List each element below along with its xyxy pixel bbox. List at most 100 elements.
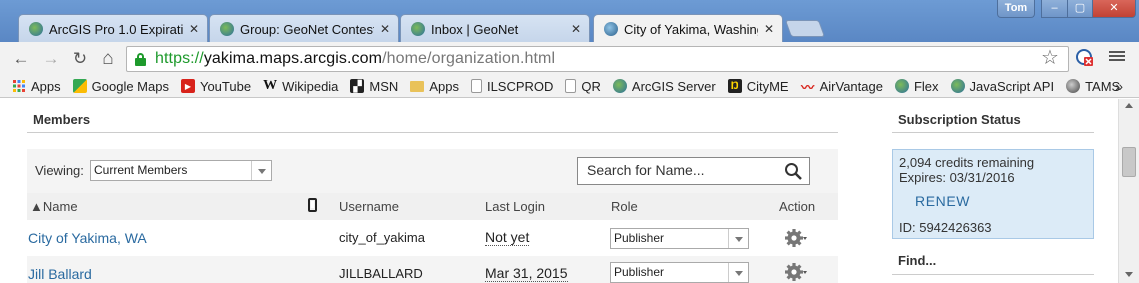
table-row: Jill Ballard JILLBALLARD Mar 31, 2015 Pu… [27, 256, 838, 283]
bookmark-label: Apps [429, 78, 459, 94]
divider [892, 274, 1094, 275]
expiration-date: Expires: 03/31/2016 [899, 170, 1015, 185]
column-header-name[interactable]: ▲Name [30, 199, 78, 214]
divider [892, 132, 1094, 133]
column-header-last-login[interactable]: Last Login [485, 199, 545, 214]
globe-icon [950, 79, 965, 93]
bookmark-label: YouTube [199, 78, 252, 94]
globe-icon [411, 22, 425, 36]
close-icon[interactable]: ✕ [571, 22, 581, 36]
tab-arcgis-pro[interactable]: ArcGIS Pro 1.0 Expiration ✕ [18, 14, 208, 43]
renew-link[interactable]: RENEW [915, 193, 970, 209]
member-username: city_of_yakima [339, 230, 425, 245]
bookmark-youtube[interactable]: ▶ YouTube [180, 78, 252, 94]
bookmark-cityme[interactable]: Ŋ CityME [727, 78, 789, 94]
tab-title: City of Yakima, Washington [624, 21, 758, 37]
bookmark-wikipedia[interactable]: W Wikipedia [263, 78, 339, 94]
bookmark-tams[interactable]: TAMS [1066, 79, 1120, 94]
home-button[interactable]: ⌂ [97, 48, 119, 70]
bookmark-qr[interactable]: QR [565, 79, 601, 94]
bookmark-flex[interactable]: Flex [894, 79, 939, 94]
bookmarks-overflow-button[interactable]: » [1115, 78, 1123, 94]
search-icon[interactable] [784, 162, 803, 181]
column-header-username[interactable]: Username [339, 199, 399, 214]
chevron-down-icon [728, 229, 748, 248]
member-search-input[interactable]: Search for Name... [577, 157, 810, 185]
bookmark-label: JavaScript API [969, 78, 1055, 94]
member-name-link[interactable]: Jill Ballard [28, 266, 92, 282]
wikipedia-icon: W [263, 78, 278, 93]
credits-remaining: 2,094 credits remaining [899, 155, 1035, 170]
bookmarks-bar: Apps Google Maps ▶ YouTube W Wikipedia ▞… [0, 75, 1139, 98]
scrollbar-thumb[interactable] [1122, 147, 1136, 177]
page-icon [565, 79, 577, 93]
bookmark-label: ArcGIS Server [631, 78, 716, 94]
gear-icon[interactable] [785, 262, 807, 282]
back-button[interactable]: ← [10, 48, 32, 70]
close-window-button[interactable]: ✕ [1092, 0, 1136, 18]
bookmark-label: CityME [746, 78, 789, 94]
bookmark-ilscprod[interactable]: ILSCPROD [470, 78, 554, 94]
globe-icon [604, 22, 618, 36]
bookmark-apps[interactable]: Apps [12, 79, 61, 94]
bookmark-label: QR [581, 78, 601, 94]
msn-icon: ▞ [350, 79, 365, 93]
extension-icon[interactable] [1075, 48, 1095, 68]
gear-icon[interactable] [785, 228, 807, 248]
member-username: JILLBALLARD [339, 266, 423, 281]
close-icon[interactable]: ✕ [764, 22, 774, 36]
minimize-button[interactable]: ‒ [1041, 0, 1068, 18]
bookmark-star-icon[interactable]: ☆ [1041, 47, 1059, 69]
new-tab-button[interactable] [784, 20, 826, 37]
cityme-icon: Ŋ [727, 79, 742, 93]
google-maps-icon [72, 79, 87, 93]
members-heading: Members [33, 112, 91, 127]
table-row: City of Yakima, WA city_of_yakima Not ye… [27, 220, 838, 256]
profile-button[interactable]: Tom [997, 0, 1035, 18]
members-filter-bar: Viewing: Current Members Search for Name… [27, 149, 838, 193]
chevron-down-icon [251, 161, 271, 180]
column-header-action: Action [779, 199, 816, 214]
scroll-up-arrow-icon[interactable] [1125, 103, 1133, 108]
tab-geonet-contest[interactable]: Group: GeoNet Contest | ✕ [209, 14, 399, 43]
forward-button[interactable]: → [40, 48, 62, 70]
bookmark-javascript-api[interactable]: JavaScript API [950, 78, 1055, 94]
bookmark-label: Apps [31, 78, 61, 94]
bookmark-apps-folder[interactable]: Apps [410, 79, 459, 94]
folder-icon [410, 80, 425, 92]
bookmark-label: ILSCPROD [486, 78, 554, 94]
member-name-link[interactable]: City of Yakima, WA [28, 230, 147, 246]
bookmark-label: Wikipedia [282, 78, 339, 94]
viewing-label: Viewing: [35, 163, 84, 178]
menu-icon[interactable] [1109, 49, 1125, 65]
tab-city-of-yakima[interactable]: City of Yakima, Washington ✕ [593, 14, 783, 43]
reload-button[interactable]: ↻ [69, 48, 91, 70]
close-icon[interactable]: ✕ [380, 22, 390, 36]
role-select[interactable]: Publisher [610, 262, 749, 283]
close-icon[interactable]: ✕ [189, 22, 199, 36]
role-select[interactable]: Publisher [610, 228, 749, 249]
scroll-down-arrow-icon[interactable] [1125, 272, 1133, 277]
column-header-role[interactable]: Role [611, 199, 638, 214]
address-bar[interactable]: https://yakima.maps.arcgis.com/home/orga… [126, 46, 1069, 72]
vertical-scrollbar[interactable] [1118, 99, 1139, 283]
tams-icon [1066, 79, 1081, 93]
bookmark-label: AirVantage [819, 78, 883, 94]
viewing-select[interactable]: Current Members [90, 160, 272, 181]
airvantage-icon: 〰 [801, 79, 815, 95]
subscription-id: ID: 5942426363 [899, 220, 992, 235]
tab-title: Group: GeoNet Contest | [240, 21, 374, 37]
subscription-status-heading: Subscription Status [898, 112, 1021, 127]
tab-inbox-geonet[interactable]: Inbox | GeoNet ✕ [400, 14, 590, 43]
url-text: https://yakima.maps.arcgis.com/home/orga… [155, 50, 556, 67]
bookmark-label: MSN [369, 78, 399, 94]
bookmark-airvantage[interactable]: 〰 AirVantage [801, 78, 883, 95]
bookmark-msn[interactable]: ▞ MSN [350, 79, 398, 94]
globe-icon [29, 22, 43, 36]
bookmark-arcgis-server[interactable]: ArcGIS Server [612, 78, 716, 94]
bookmark-google-maps[interactable]: Google Maps [72, 79, 169, 94]
tab-title: ArcGIS Pro 1.0 Expiration [49, 21, 183, 37]
maximize-button[interactable]: ▢ [1067, 0, 1093, 18]
subscription-status-panel: 2,094 credits remaining Expires: 03/31/2… [892, 149, 1094, 239]
page-content: Members Viewing: Current Members Search … [0, 99, 1118, 283]
